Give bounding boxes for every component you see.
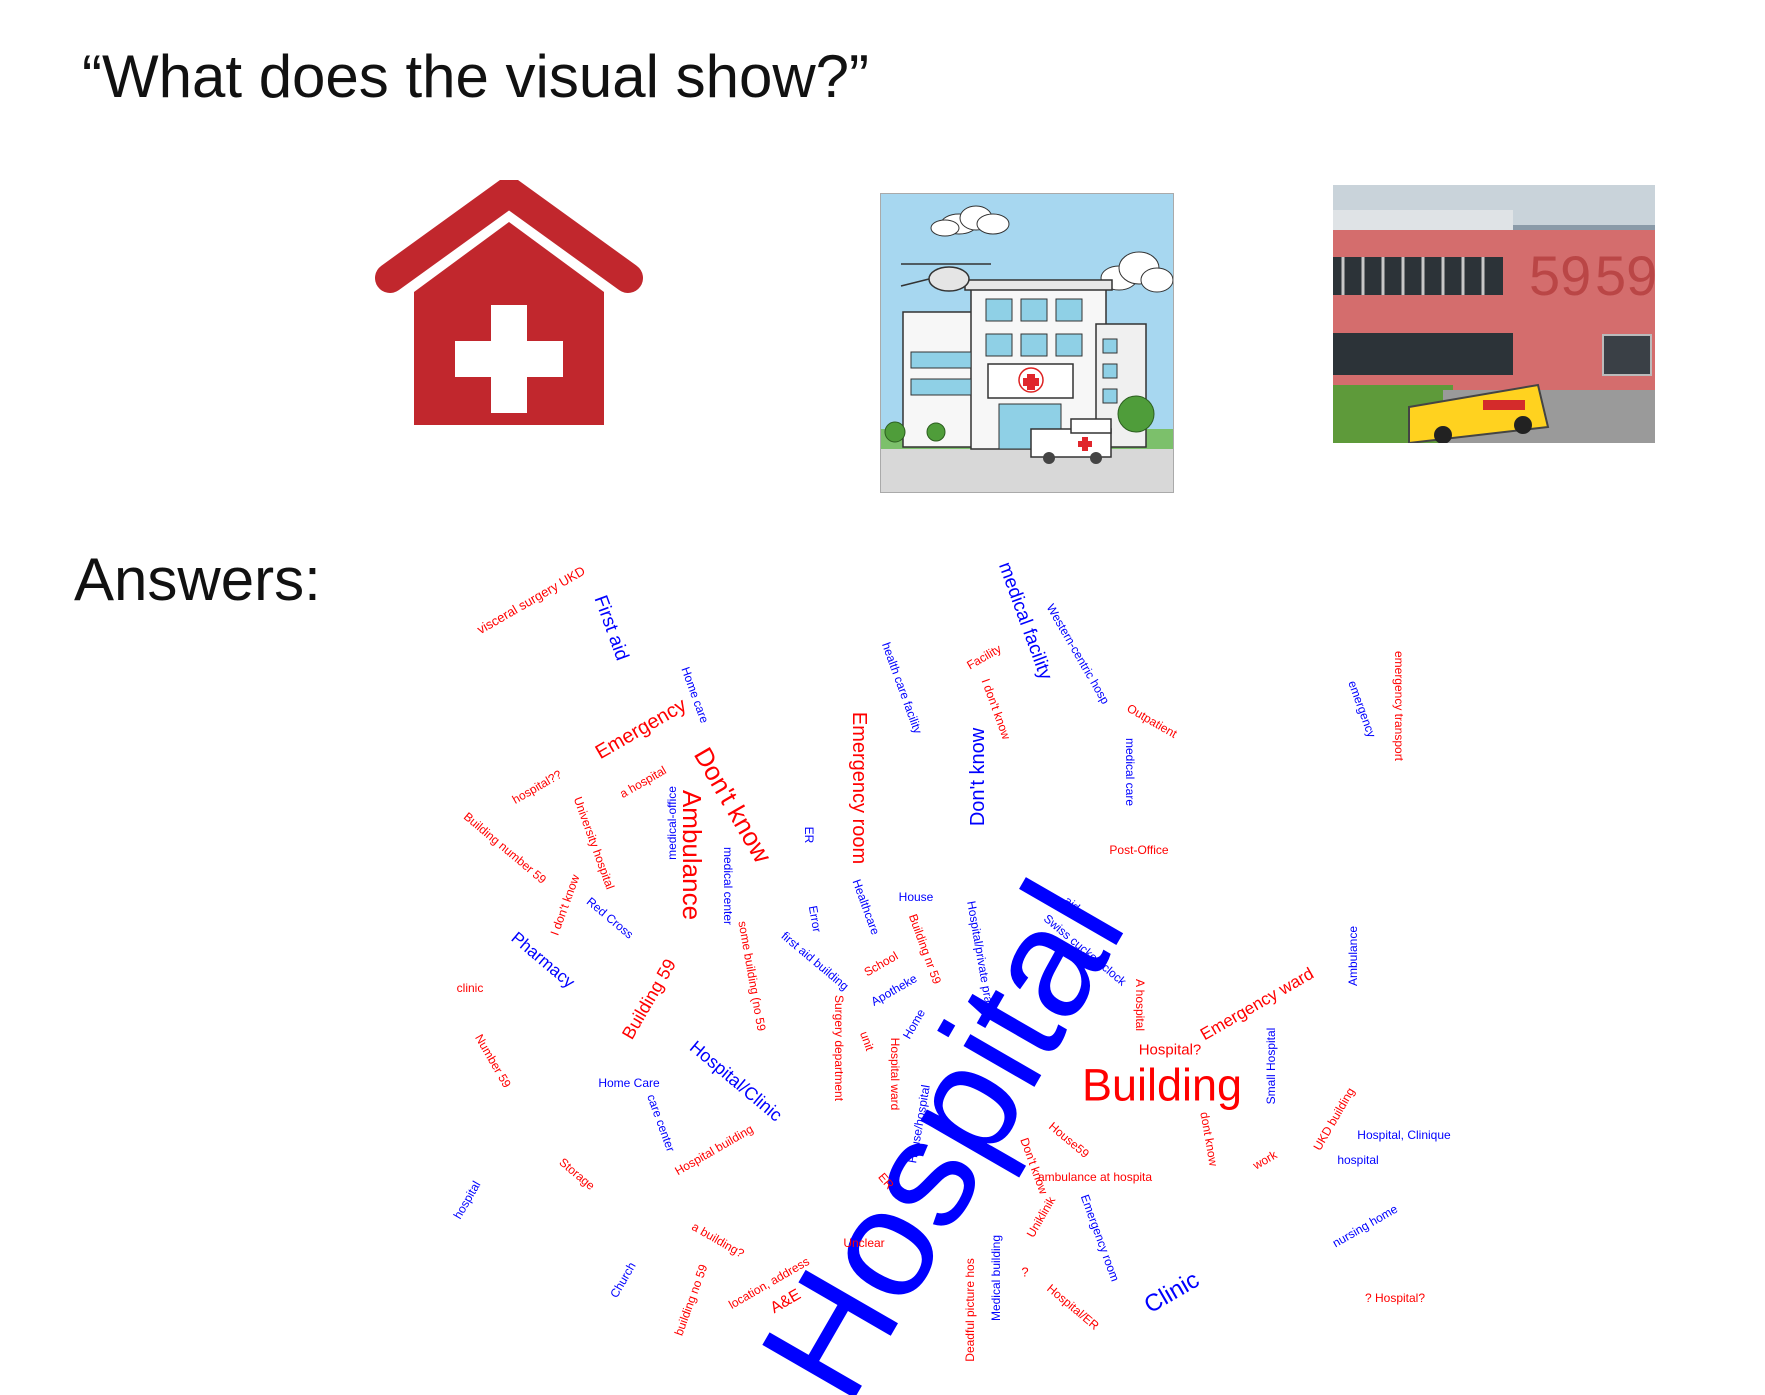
cloud-word-medical-care: medical care bbox=[1123, 737, 1137, 807]
cloud-word-storage: Storage bbox=[556, 1155, 598, 1193]
cloud-word-health-care-facility: health care facility bbox=[878, 640, 926, 736]
cloud-word-hospital-lower: hospital bbox=[1337, 1153, 1379, 1167]
cloud-word-dont-know-lower: dont know bbox=[1197, 1110, 1221, 1168]
cloud-word-red-cross: Red Cross bbox=[583, 894, 637, 942]
cloud-word-question-mark: ? bbox=[1021, 1264, 1029, 1280]
cloud-word-hospital-clinique: Hospital, Clinique bbox=[1357, 1128, 1451, 1142]
cloud-word-deadful-picture-hos: Deadful picture hos bbox=[963, 1258, 977, 1362]
cloud-word-i-dont-know-2: I don't know bbox=[547, 872, 583, 938]
cloud-word-medical-center: medical center bbox=[721, 846, 735, 926]
cloud-word-emergency-lower: emergency bbox=[1345, 678, 1379, 740]
cloud-word-western-centric-hosp: Western-centric hosp bbox=[1043, 601, 1113, 707]
cloud-word-building-59: Building 59 bbox=[618, 955, 680, 1043]
cloud-word-ambulance-at-hospita: ambulance at hospita bbox=[1037, 1170, 1153, 1184]
cloud-word-error: Error bbox=[805, 904, 825, 934]
cloud-word-hospital-qq: hospital?? bbox=[509, 767, 565, 807]
cloud-word-first-aid-building: first aid building bbox=[778, 928, 852, 994]
cloud-word-nursing-home: nursing home bbox=[1330, 1201, 1400, 1251]
cloud-word-facility: Facility bbox=[964, 641, 1004, 673]
cloud-word-unit: unit bbox=[857, 1029, 877, 1053]
cloud-word-emergency-ward: Emergency ward bbox=[1197, 963, 1317, 1045]
cloud-word-healthcare: Healthcare bbox=[849, 877, 883, 937]
cloud-word-hospital-clinic: Hospital/Clinic bbox=[685, 1036, 787, 1126]
cloud-word-building-no-59: building no 59 bbox=[671, 1262, 711, 1338]
cloud-word-hospital-question-2: ? Hospital? bbox=[1364, 1291, 1426, 1305]
cloud-word-a-hospital-2: A hospital bbox=[1133, 978, 1147, 1032]
cloud-word-ambulance-large: Ambulance bbox=[677, 789, 707, 921]
cloud-word-hospital-er: Hospital/ER bbox=[1044, 1281, 1102, 1333]
answers-word-cloud: visceral surgery UKD First aid Home care… bbox=[0, 0, 1765, 1395]
cloud-word-small-hospital: Small Hospital bbox=[1264, 1027, 1278, 1105]
cloud-word-a-hospital: a hospital bbox=[617, 763, 669, 801]
cloud-word-number-59: Number 59 bbox=[472, 1031, 514, 1091]
cloud-word-care-center: care center bbox=[644, 1092, 678, 1154]
cloud-word-emergency-room-blue: Emergency room bbox=[1077, 1192, 1123, 1284]
cloud-word-hospital-lower-2: hospital bbox=[450, 1178, 484, 1222]
cloud-word-unclear: Unclear bbox=[843, 1236, 885, 1250]
cloud-word-some-building-no-59: some building (no 59 bbox=[735, 919, 769, 1033]
cloud-word-ambulance-blue: Ambulance bbox=[1346, 925, 1360, 987]
cloud-word-hospital-building: Hospital building bbox=[672, 1121, 756, 1179]
cloud-word-house59: House59 bbox=[1046, 1119, 1092, 1161]
cloud-word-emergency-transport: emergency transport bbox=[1392, 650, 1406, 762]
cloud-word-medical-facility: medical facility bbox=[994, 559, 1056, 683]
cloud-word-er-blue: ER bbox=[802, 826, 816, 844]
cloud-word-school: School bbox=[861, 948, 901, 980]
cloud-word-visceral-surgery-ukd: visceral surgery UKD bbox=[474, 562, 588, 638]
cloud-word-ukd-building: UKD building bbox=[1310, 1085, 1358, 1153]
cloud-word-clinic-lower: clinic bbox=[456, 981, 484, 995]
cloud-word-medical-building: Medical building bbox=[989, 1234, 1003, 1322]
cloud-word-apotheke: Apotheke bbox=[868, 971, 920, 1009]
cloud-word-church: Church bbox=[607, 1259, 639, 1301]
cloud-word-building-large: Building bbox=[1081, 1059, 1243, 1111]
cloud-word-uniklinik: Uniklinik bbox=[1023, 1194, 1059, 1240]
cloud-word-dont-know-blue: Don't know bbox=[967, 727, 989, 827]
cloud-word-surgery-department: Surgery department bbox=[832, 994, 846, 1102]
cloud-word-first-aid: First aid bbox=[589, 592, 633, 664]
cloud-word-clinic: Clinic bbox=[1139, 1266, 1204, 1319]
cloud-word-emergency-room: Emergency room bbox=[848, 711, 870, 865]
cloud-word-post-office: Post-Office bbox=[1109, 843, 1169, 857]
cloud-word-hospital-question: Hospital? bbox=[1138, 1041, 1202, 1059]
cloud-word-home-care-2: Home Care bbox=[598, 1076, 660, 1090]
cloud-word-emergency: Emergency bbox=[591, 694, 691, 764]
cloud-word-pharmacy: Pharmacy bbox=[507, 928, 579, 992]
cloud-word-a-building: a building? bbox=[689, 1219, 747, 1261]
cloud-word-work: work bbox=[1250, 1147, 1280, 1173]
cloud-word-house: House bbox=[898, 890, 934, 904]
cloud-word-outpatient: Outpatient bbox=[1124, 701, 1180, 741]
cloud-word-building-number-59: Building number 59 bbox=[460, 809, 550, 887]
